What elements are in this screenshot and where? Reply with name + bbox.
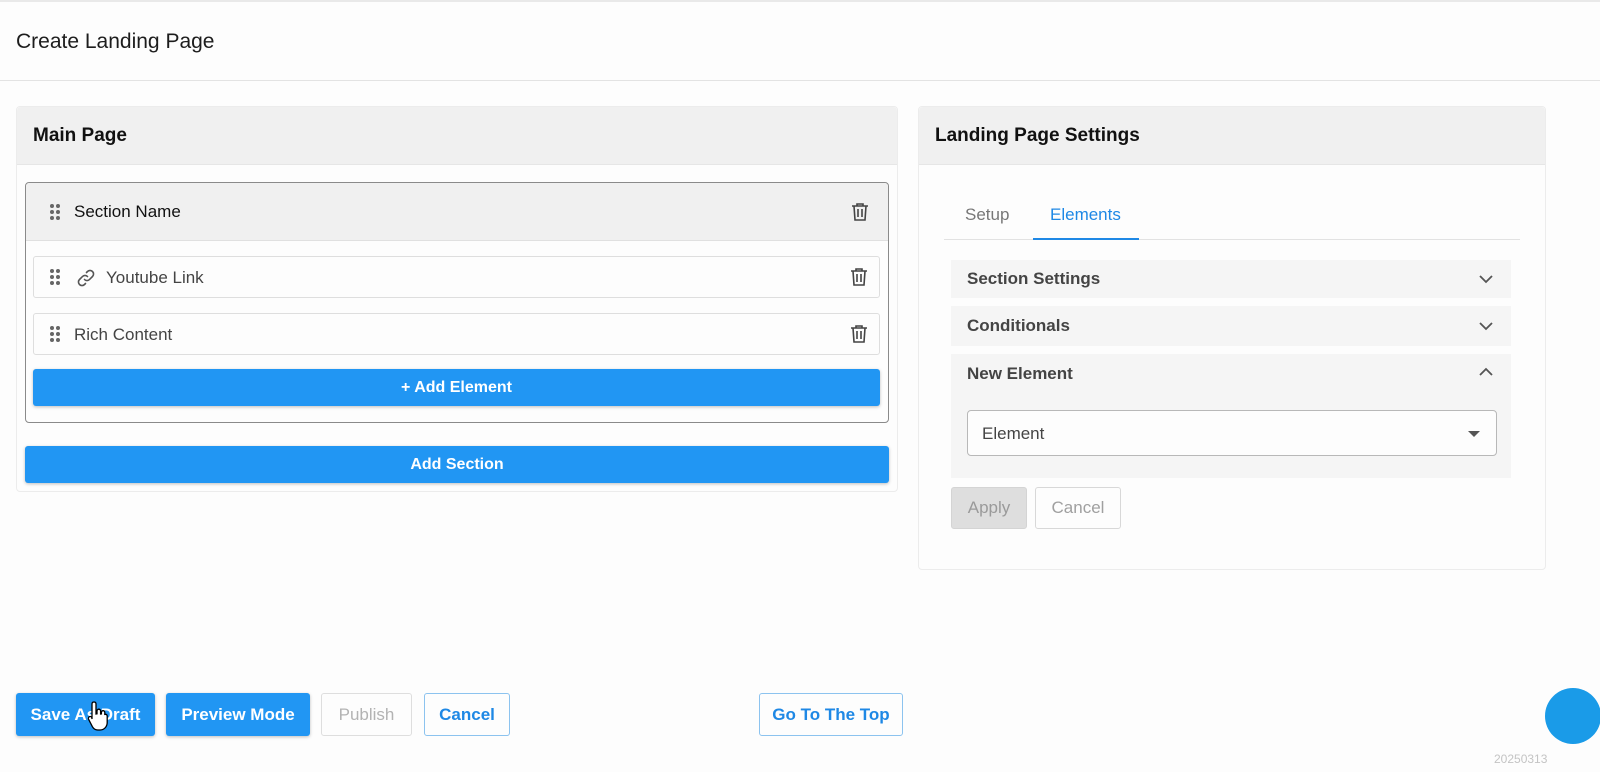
trash-icon[interactable] — [851, 202, 869, 222]
active-tab-indicator — [1033, 238, 1139, 240]
drag-handle-icon[interactable] — [50, 326, 60, 342]
trash-icon[interactable] — [850, 324, 868, 344]
element-label: Rich Content — [74, 325, 173, 344]
main-page-panel: Main Page Section Name Youtube Link Rich… — [16, 106, 898, 492]
link-icon — [76, 268, 96, 288]
add-section-button[interactable]: Add Section — [25, 446, 889, 483]
accordion-section-settings[interactable]: Section Settings — [951, 260, 1511, 298]
main-page-title: Main Page — [33, 125, 127, 146]
chevron-down-icon[interactable] — [1479, 319, 1493, 333]
element-row-youtube-link[interactable]: Youtube Link — [33, 256, 880, 298]
build-id: 20250313 — [1494, 752, 1548, 766]
accordion-conditionals[interactable]: Conditionals — [951, 306, 1511, 346]
tab-elements[interactable]: Elements — [1050, 205, 1121, 225]
settings-title: Landing Page Settings — [935, 125, 1140, 146]
add-element-button[interactable]: + Add Element — [33, 369, 880, 406]
section-name: Section Name — [74, 202, 181, 221]
settings-header: Landing Page Settings — [919, 107, 1545, 165]
main-page-header: Main Page — [17, 107, 897, 165]
select-value: Element — [982, 424, 1045, 443]
apply-button[interactable]: Apply — [951, 487, 1027, 529]
accordion-title: Section Settings — [967, 269, 1101, 288]
chevron-down-icon[interactable] — [1479, 272, 1493, 286]
page-header: Create Landing Page — [0, 2, 1600, 81]
accordion-title: Conditionals — [967, 316, 1070, 335]
accordion-title[interactable]: New Element — [967, 364, 1073, 384]
element-label: Youtube Link — [106, 268, 204, 287]
help-button[interactable] — [1545, 688, 1600, 744]
hand-cursor-icon — [86, 700, 110, 732]
settings-tabs: Setup Elements — [944, 193, 1520, 240]
publish-button[interactable]: Publish — [321, 693, 412, 736]
tab-setup[interactable]: Setup — [965, 205, 1009, 225]
element-type-select[interactable]: Element — [967, 410, 1497, 456]
cancel-button[interactable]: Cancel — [424, 693, 510, 736]
go-to-top-button[interactable]: Go To The Top — [759, 693, 903, 736]
landing-page-settings-panel: Landing Page Settings Setup Elements Sec… — [918, 106, 1546, 570]
accordion-new-element: New Element Element — [951, 354, 1511, 478]
settings-cancel-button[interactable]: Cancel — [1035, 487, 1121, 529]
page-title: Create Landing Page — [16, 30, 215, 53]
drag-handle-icon[interactable] — [50, 204, 60, 220]
section-header: Section Name — [26, 183, 888, 241]
preview-mode-button[interactable]: Preview Mode — [166, 693, 310, 736]
caret-down-icon — [1468, 431, 1480, 437]
drag-handle-icon[interactable] — [50, 269, 60, 285]
element-row-rich-content[interactable]: Rich Content — [33, 313, 880, 355]
trash-icon[interactable] — [850, 267, 868, 287]
section-card: Section Name Youtube Link Rich Content +… — [25, 182, 889, 423]
chevron-up-icon[interactable] — [1479, 365, 1493, 379]
